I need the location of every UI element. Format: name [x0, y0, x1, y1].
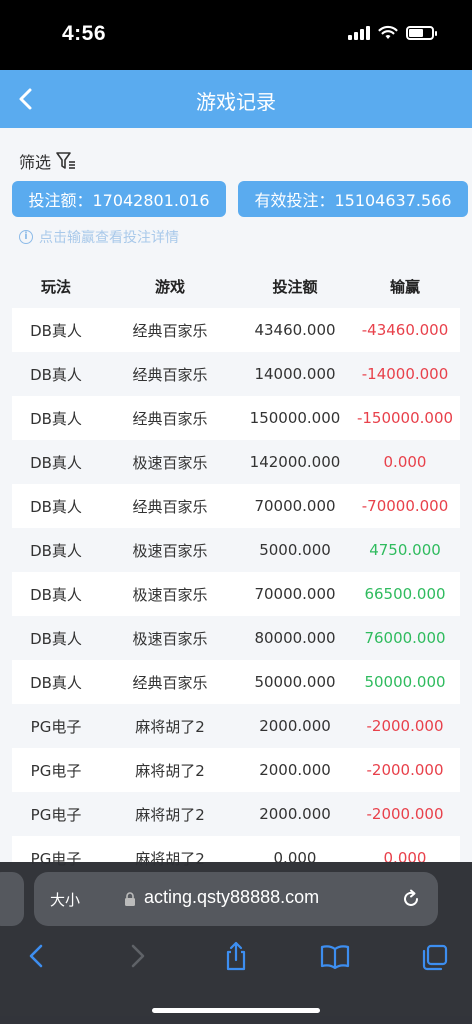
- cell-game: 极速百家乐: [132, 541, 208, 560]
- cell-game: 经典百家乐: [132, 365, 208, 384]
- status-bar: 4:56: [0, 0, 472, 70]
- cell-type: DB真人: [30, 585, 82, 604]
- nav-bar: 游戏记录: [0, 70, 472, 128]
- cell-game: 经典百家乐: [132, 321, 208, 340]
- cell-win[interactable]: -150000.000: [350, 409, 460, 427]
- valid-bet-badge: 有效投注：15104637.566: [238, 181, 468, 217]
- battery-icon: [406, 26, 437, 40]
- cell-game: 极速百家乐: [132, 453, 208, 472]
- header-type: 玩法: [40, 277, 71, 296]
- cell-type: DB真人: [30, 497, 82, 516]
- cell-type: DB真人: [30, 321, 82, 340]
- table-row: DB真人 经典百家乐 14000.000 -14000.000: [12, 352, 460, 396]
- table-row: DB真人 经典百家乐 43460.000 -43460.000: [12, 308, 460, 352]
- table-row: PG电子 麻将胡了2 2000.000 -2000.000: [12, 704, 460, 748]
- header-game: 游戏: [154, 277, 185, 296]
- cell-bet: 14000.000: [254, 365, 336, 383]
- cell-bet: 70000.000: [254, 497, 336, 515]
- header-win: 输赢: [389, 277, 420, 296]
- cell-type: DB真人: [30, 453, 82, 472]
- filter-icon: [56, 152, 76, 169]
- cell-game: 麻将胡了2: [135, 717, 205, 736]
- records-table: 玩法 游戏 投注额 输赢 DB真人 经典百家乐 43460.000 -43460.00…: [12, 264, 460, 880]
- cell-win[interactable]: -14000.000: [350, 365, 460, 383]
- tabs-icon[interactable]: [420, 940, 450, 972]
- info-icon: i: [19, 230, 33, 244]
- cell-bet: 2000.000: [259, 761, 331, 779]
- bookmarks-icon[interactable]: [320, 940, 350, 972]
- home-indicator: [152, 1008, 320, 1013]
- cell-type: PG电子: [30, 717, 82, 736]
- url-text: acting.qsty88888.com: [144, 887, 320, 907]
- cell-win[interactable]: 4750.000: [350, 541, 460, 559]
- table-row: PG电子 麻将胡了2 2000.000 -2000.000: [12, 792, 460, 836]
- table-row: DB真人 经典百家乐 150000.000 -150000.000: [12, 396, 460, 440]
- table-row: DB真人 极速百家乐 142000.000 0.000: [12, 440, 460, 484]
- table-row: DB真人 极速百家乐 80000.000 76000.000: [12, 616, 460, 660]
- cell-game: 经典百家乐: [132, 409, 208, 428]
- bet-total-badge: 投注额：17042801.016: [12, 181, 226, 217]
- cell-win[interactable]: -2000.000: [350, 717, 460, 735]
- hint-text: 点击输赢查看投注详情: [39, 230, 179, 246]
- cell-game: 极速百家乐: [132, 585, 208, 604]
- cell-bet: 142000.000: [249, 453, 341, 471]
- text-size-button[interactable]: 大小: [50, 889, 80, 910]
- table-row: DB真人 极速百家乐 70000.000 66500.000: [12, 572, 460, 616]
- cell-game: 经典百家乐: [132, 497, 208, 516]
- cell-type: DB真人: [30, 365, 82, 384]
- table-row: DB真人 经典百家乐 50000.000 50000.000: [12, 660, 460, 704]
- cell-type: PG电子: [30, 805, 82, 824]
- cell-win[interactable]: -70000.000: [350, 497, 460, 515]
- wifi-icon: [378, 25, 398, 39]
- cell-bet: 70000.000: [254, 585, 336, 603]
- cell-game: 经典百家乐: [132, 673, 208, 692]
- cell-type: PG电子: [30, 761, 82, 780]
- hint-row: i 点击输赢查看投注详情: [19, 227, 179, 247]
- cell-bet: 150000.000: [249, 409, 341, 427]
- address-bar[interactable]: 大小 acting.qsty88888.com: [34, 872, 438, 926]
- table-row: PG电子 麻将胡了2 2000.000 -2000.000: [12, 748, 460, 792]
- cell-win[interactable]: 50000.000: [350, 673, 460, 691]
- filter-label: 筛选: [19, 153, 52, 172]
- table-header: 玩法 游戏 投注额 输赢: [12, 264, 460, 308]
- cell-win[interactable]: 66500.000: [350, 585, 460, 603]
- cell-game: 麻将胡了2: [135, 805, 205, 824]
- status-time: 4:56: [62, 22, 107, 45]
- reload-icon[interactable]: [400, 888, 422, 910]
- header-bet: 投注额: [272, 277, 318, 296]
- filter-button[interactable]: 筛选: [19, 149, 77, 173]
- cell-win[interactable]: -2000.000: [350, 805, 460, 823]
- previous-tab-preview[interactable]: [0, 872, 24, 926]
- cell-bet: 43460.000: [254, 321, 336, 339]
- cell-type: DB真人: [30, 629, 82, 648]
- cell-bet: 80000.000: [254, 629, 336, 647]
- share-icon[interactable]: [221, 940, 251, 972]
- cell-bet: 50000.000: [254, 673, 336, 691]
- cell-game: 极速百家乐: [132, 629, 208, 648]
- cell-type: DB真人: [30, 541, 82, 560]
- cell-win[interactable]: 76000.000: [350, 629, 460, 647]
- forward-arrow-icon[interactable]: [122, 940, 152, 972]
- cell-type: DB真人: [30, 673, 82, 692]
- cell-bet: 2000.000: [259, 717, 331, 735]
- lock-icon: [125, 892, 135, 906]
- cellular-signal-icon: [348, 26, 370, 40]
- cell-win[interactable]: -43460.000: [350, 321, 460, 339]
- cell-bet: 2000.000: [259, 805, 331, 823]
- cell-bet: 5000.000: [259, 541, 331, 559]
- cell-win[interactable]: 0.000: [350, 453, 460, 471]
- cell-game: 麻将胡了2: [135, 761, 205, 780]
- table-row: DB真人 经典百家乐 70000.000 -70000.000: [12, 484, 460, 528]
- back-arrow-icon[interactable]: [22, 940, 52, 972]
- table-row: DB真人 极速百家乐 5000.000 4750.000: [12, 528, 460, 572]
- cell-type: DB真人: [30, 409, 82, 428]
- status-icons: [348, 25, 437, 41]
- cell-win[interactable]: -2000.000: [350, 761, 460, 779]
- page-title: 游戏记录: [196, 90, 276, 114]
